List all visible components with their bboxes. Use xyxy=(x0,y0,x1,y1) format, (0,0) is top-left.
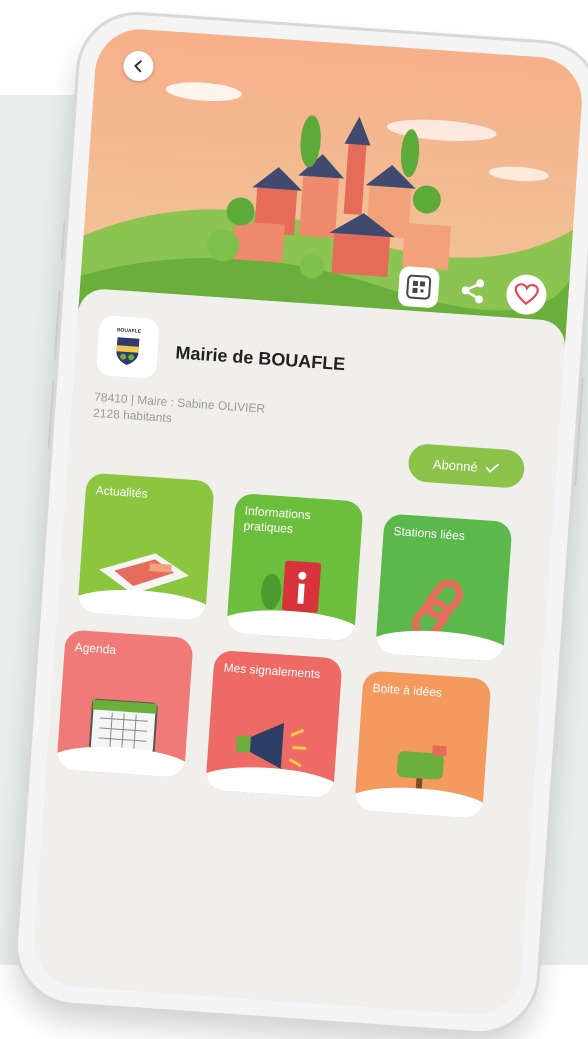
qr-code-icon xyxy=(406,274,432,300)
tile-label: Stations liées xyxy=(393,524,466,543)
tile-agenda[interactable]: Agenda xyxy=(56,629,194,778)
tile-label: Actualités xyxy=(95,483,149,501)
qr-code-button[interactable] xyxy=(397,265,441,309)
tile-label: Boite à idées xyxy=(372,680,443,700)
tile-informations-pratiques[interactable]: Informations pratiques xyxy=(226,492,364,642)
chevron-left-icon xyxy=(134,60,142,73)
mairie-name: Mairie de BOUAFLE xyxy=(174,342,346,375)
logo-text: BOUAFLE xyxy=(116,327,142,335)
tile-snow-decoration xyxy=(375,626,513,662)
tile-snow-decoration xyxy=(56,742,194,778)
coat-of-arms-icon xyxy=(116,337,140,365)
tile-mes-signalements[interactable]: Mes signalements xyxy=(205,649,343,799)
tile-snow-decoration xyxy=(354,783,492,819)
mairie-details: 78410 | Maire : Sabine OLIVIER 2128 habi… xyxy=(93,389,266,433)
tile-snow-decoration xyxy=(226,606,364,642)
tile-snow-decoration xyxy=(77,585,215,622)
phone-mockup: BOUAFLE Mairie de BOUAFLE 78410 | Maire … xyxy=(14,11,588,1035)
subscribe-label: Abonné xyxy=(432,456,479,475)
tile-snow-decoration xyxy=(205,762,343,799)
mairie-logo: BOUAFLE xyxy=(95,314,160,380)
tile-label: Mes signalements xyxy=(223,660,321,682)
check-icon xyxy=(486,463,500,473)
tile-actualites[interactable]: Actualités xyxy=(77,472,215,622)
tile-label: Informations pratiques xyxy=(243,503,312,536)
heart-icon xyxy=(514,283,539,306)
tile-label: Agenda xyxy=(74,640,117,657)
tile-stations-liees[interactable]: Stations liées xyxy=(375,513,513,662)
subscribe-button[interactable]: Abonné xyxy=(407,442,526,489)
tile-boite-a-idees[interactable]: Boite à idées xyxy=(354,670,492,819)
app-screen: BOUAFLE Mairie de BOUAFLE 78410 | Maire … xyxy=(31,26,585,1018)
share-icon xyxy=(461,279,485,304)
mairie-detail-sheet: BOUAFLE Mairie de BOUAFLE 78410 | Maire … xyxy=(31,287,567,1018)
